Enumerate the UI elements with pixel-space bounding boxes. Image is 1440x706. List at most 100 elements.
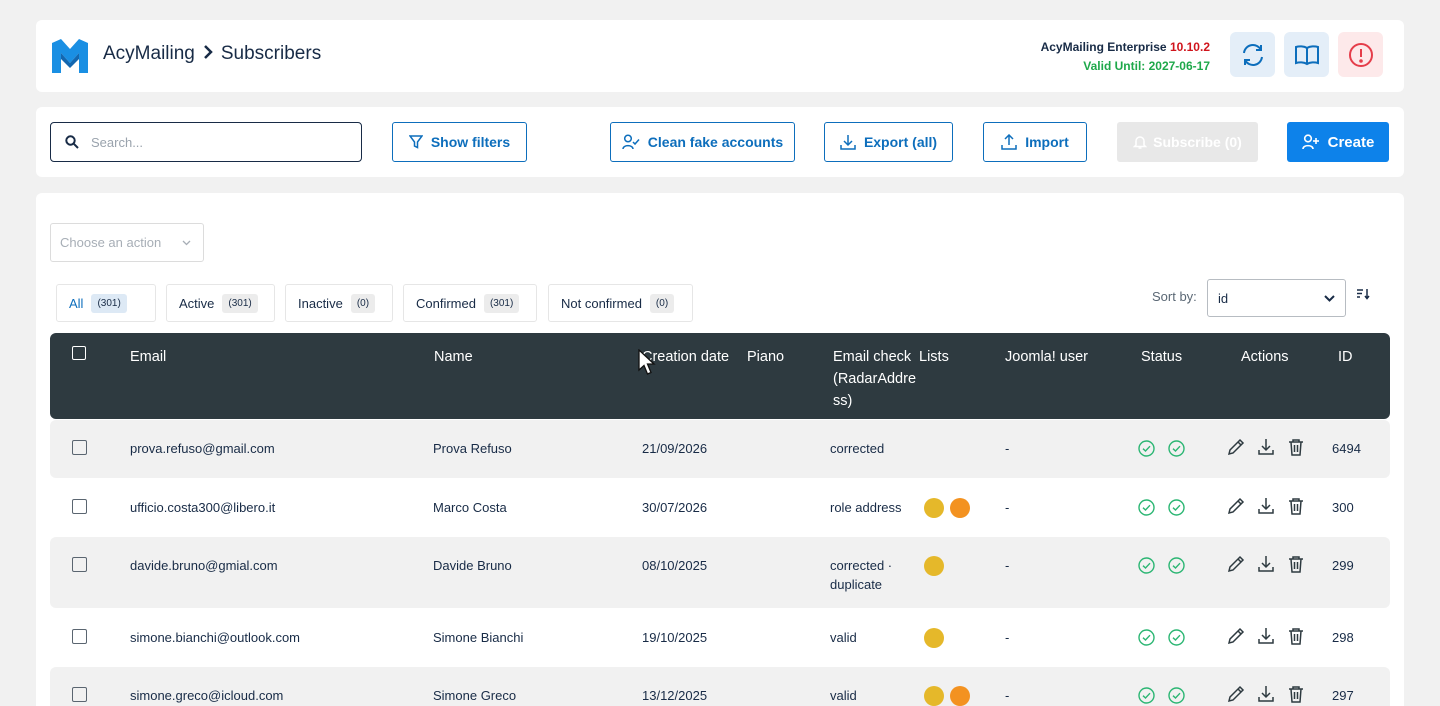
check-circle-icon[interactable] xyxy=(1168,557,1185,574)
column-lists[interactable]: Lists xyxy=(919,346,949,368)
check-circle-icon[interactable] xyxy=(1138,499,1155,516)
sort-direction-icon[interactable] xyxy=(1356,288,1370,300)
trash-icon[interactable] xyxy=(1287,497,1305,515)
row-checkbox[interactable] xyxy=(72,440,87,455)
tab-count: (0) xyxy=(649,293,675,313)
tab-count: (301) xyxy=(483,293,520,313)
download-icon[interactable] xyxy=(1257,627,1275,645)
sort-by-label: Sort by: xyxy=(1152,289,1197,304)
row-creation-date: 08/10/2025 xyxy=(642,558,708,573)
column-name[interactable]: Name xyxy=(434,346,473,368)
row-creation-date: 30/07/2026 xyxy=(642,500,708,515)
edit-pencil-icon[interactable] xyxy=(1227,685,1245,703)
column-status[interactable]: Status xyxy=(1141,346,1182,368)
edition-label: AcyMailing Enterprise xyxy=(1040,40,1167,54)
row-name: Davide Bruno xyxy=(433,558,512,573)
row-email[interactable]: prova.refuso@gmail.com xyxy=(130,439,275,458)
search-input[interactable] xyxy=(91,134,331,150)
breadcrumb-app[interactable]: AcyMailing xyxy=(103,43,195,65)
check-circle-icon[interactable] xyxy=(1168,440,1185,457)
row-name: Marco Costa xyxy=(433,500,507,515)
list-dot[interactable] xyxy=(924,686,944,706)
show-filters-label: Show filters xyxy=(430,134,511,150)
export-label: Export (all) xyxy=(863,134,938,150)
create-button[interactable]: Create xyxy=(1287,122,1389,162)
chevron-down-icon xyxy=(1324,294,1335,302)
trash-icon[interactable] xyxy=(1287,438,1305,456)
trash-icon[interactable] xyxy=(1287,685,1305,703)
check-circle-icon[interactable] xyxy=(1138,557,1155,574)
acymailing-logo xyxy=(52,39,88,73)
tab-active[interactable]: Active (301) xyxy=(166,284,275,322)
trash-icon[interactable] xyxy=(1287,555,1305,573)
documentation-button[interactable] xyxy=(1284,32,1329,77)
check-circle-icon[interactable] xyxy=(1138,629,1155,646)
show-filters-button[interactable]: Show filters xyxy=(392,122,527,162)
export-button[interactable]: Export (all) xyxy=(824,122,953,162)
column-actions: Actions xyxy=(1241,349,1289,365)
row-name: Prova Refuso xyxy=(433,441,512,456)
edit-pencil-icon[interactable] xyxy=(1227,497,1245,515)
tab-count: (301) xyxy=(91,293,127,313)
sync-button[interactable] xyxy=(1230,32,1275,77)
import-button[interactable]: Import xyxy=(983,122,1087,162)
row-checkbox[interactable] xyxy=(72,629,87,644)
row-email[interactable]: ufficio.costa300@libero.it xyxy=(130,498,275,517)
download-icon[interactable] xyxy=(1257,497,1275,515)
row-checkbox[interactable] xyxy=(72,499,87,514)
alert-circle-icon xyxy=(1348,42,1373,67)
tab-inactive[interactable]: Inactive (0) xyxy=(285,284,393,322)
check-circle-icon[interactable] xyxy=(1168,629,1185,646)
table-row: simone.bianchi@outlook.com Simone Bianchi… xyxy=(50,609,1390,667)
tab-confirmed[interactable]: Confirmed (301) xyxy=(403,284,537,322)
row-checkbox[interactable] xyxy=(72,557,87,572)
bulk-action-select[interactable]: Choose an action xyxy=(50,223,204,262)
list-dot[interactable] xyxy=(950,498,970,518)
edit-pencil-icon[interactable] xyxy=(1227,438,1245,456)
check-circle-icon[interactable] xyxy=(1168,499,1185,516)
row-checkbox[interactable] xyxy=(72,687,87,702)
valid-until: Valid Until: 2027-06-17 xyxy=(1083,59,1210,73)
check-circle-icon[interactable] xyxy=(1168,687,1185,704)
version-number: 10.10.2 xyxy=(1169,40,1210,54)
table-row: ufficio.costa300@libero.it Marco Costa 30/… xyxy=(50,479,1390,537)
column-joomla-user[interactable]: Joomla! user xyxy=(1005,346,1088,368)
row-email[interactable]: simone.greco@icloud.com xyxy=(130,686,283,705)
clean-fake-accounts-button[interactable]: Clean fake accounts xyxy=(610,122,795,162)
list-dot[interactable] xyxy=(924,498,944,518)
table-header: Email Name Creation date Piano Email che… xyxy=(50,333,1390,419)
check-circle-icon[interactable] xyxy=(1138,440,1155,457)
sync-icon xyxy=(1242,43,1263,66)
subscribe-button[interactable]: Subscribe (0) xyxy=(1117,122,1258,162)
search-icon xyxy=(65,135,79,149)
sort-field-select[interactable]: id xyxy=(1207,279,1346,317)
download-icon[interactable] xyxy=(1257,438,1275,456)
list-dot[interactable] xyxy=(924,628,944,648)
search-box[interactable] xyxy=(50,122,362,162)
edit-pencil-icon[interactable] xyxy=(1227,627,1245,645)
edit-pencil-icon[interactable] xyxy=(1227,555,1245,573)
filter-icon xyxy=(408,135,423,149)
column-email-check[interactable]: Email check (RadarAddre ss) xyxy=(833,346,916,412)
check-circle-icon[interactable] xyxy=(1138,687,1155,704)
list-dot[interactable] xyxy=(924,556,944,576)
tab-all[interactable]: All (301) xyxy=(56,284,156,322)
column-piano[interactable]: Piano xyxy=(747,346,784,368)
alert-button[interactable] xyxy=(1338,32,1383,77)
select-all-checkbox[interactable] xyxy=(72,346,86,360)
column-id[interactable]: ID xyxy=(1338,346,1353,368)
row-email[interactable]: simone.bianchi@outlook.com xyxy=(130,628,300,647)
trash-icon[interactable] xyxy=(1287,627,1305,645)
subscribers-panel: Choose an action All (301) Active (301) … xyxy=(36,193,1404,706)
column-email[interactable]: Email xyxy=(130,346,166,368)
download-icon[interactable] xyxy=(1257,685,1275,703)
row-joomla-user: - xyxy=(1005,688,1010,703)
row-email-check-line: corrected · xyxy=(830,558,893,573)
tab-not-confirmed[interactable]: Not confirmed (0) xyxy=(548,284,693,322)
clean-fake-accounts-label: Clean fake accounts xyxy=(647,134,784,150)
list-dot[interactable] xyxy=(950,686,970,706)
row-email-check-line: valid xyxy=(830,630,857,645)
row-email[interactable]: davide.bruno@gmial.com xyxy=(130,556,278,575)
download-icon[interactable] xyxy=(1257,555,1275,573)
create-label: Create xyxy=(1327,133,1375,151)
